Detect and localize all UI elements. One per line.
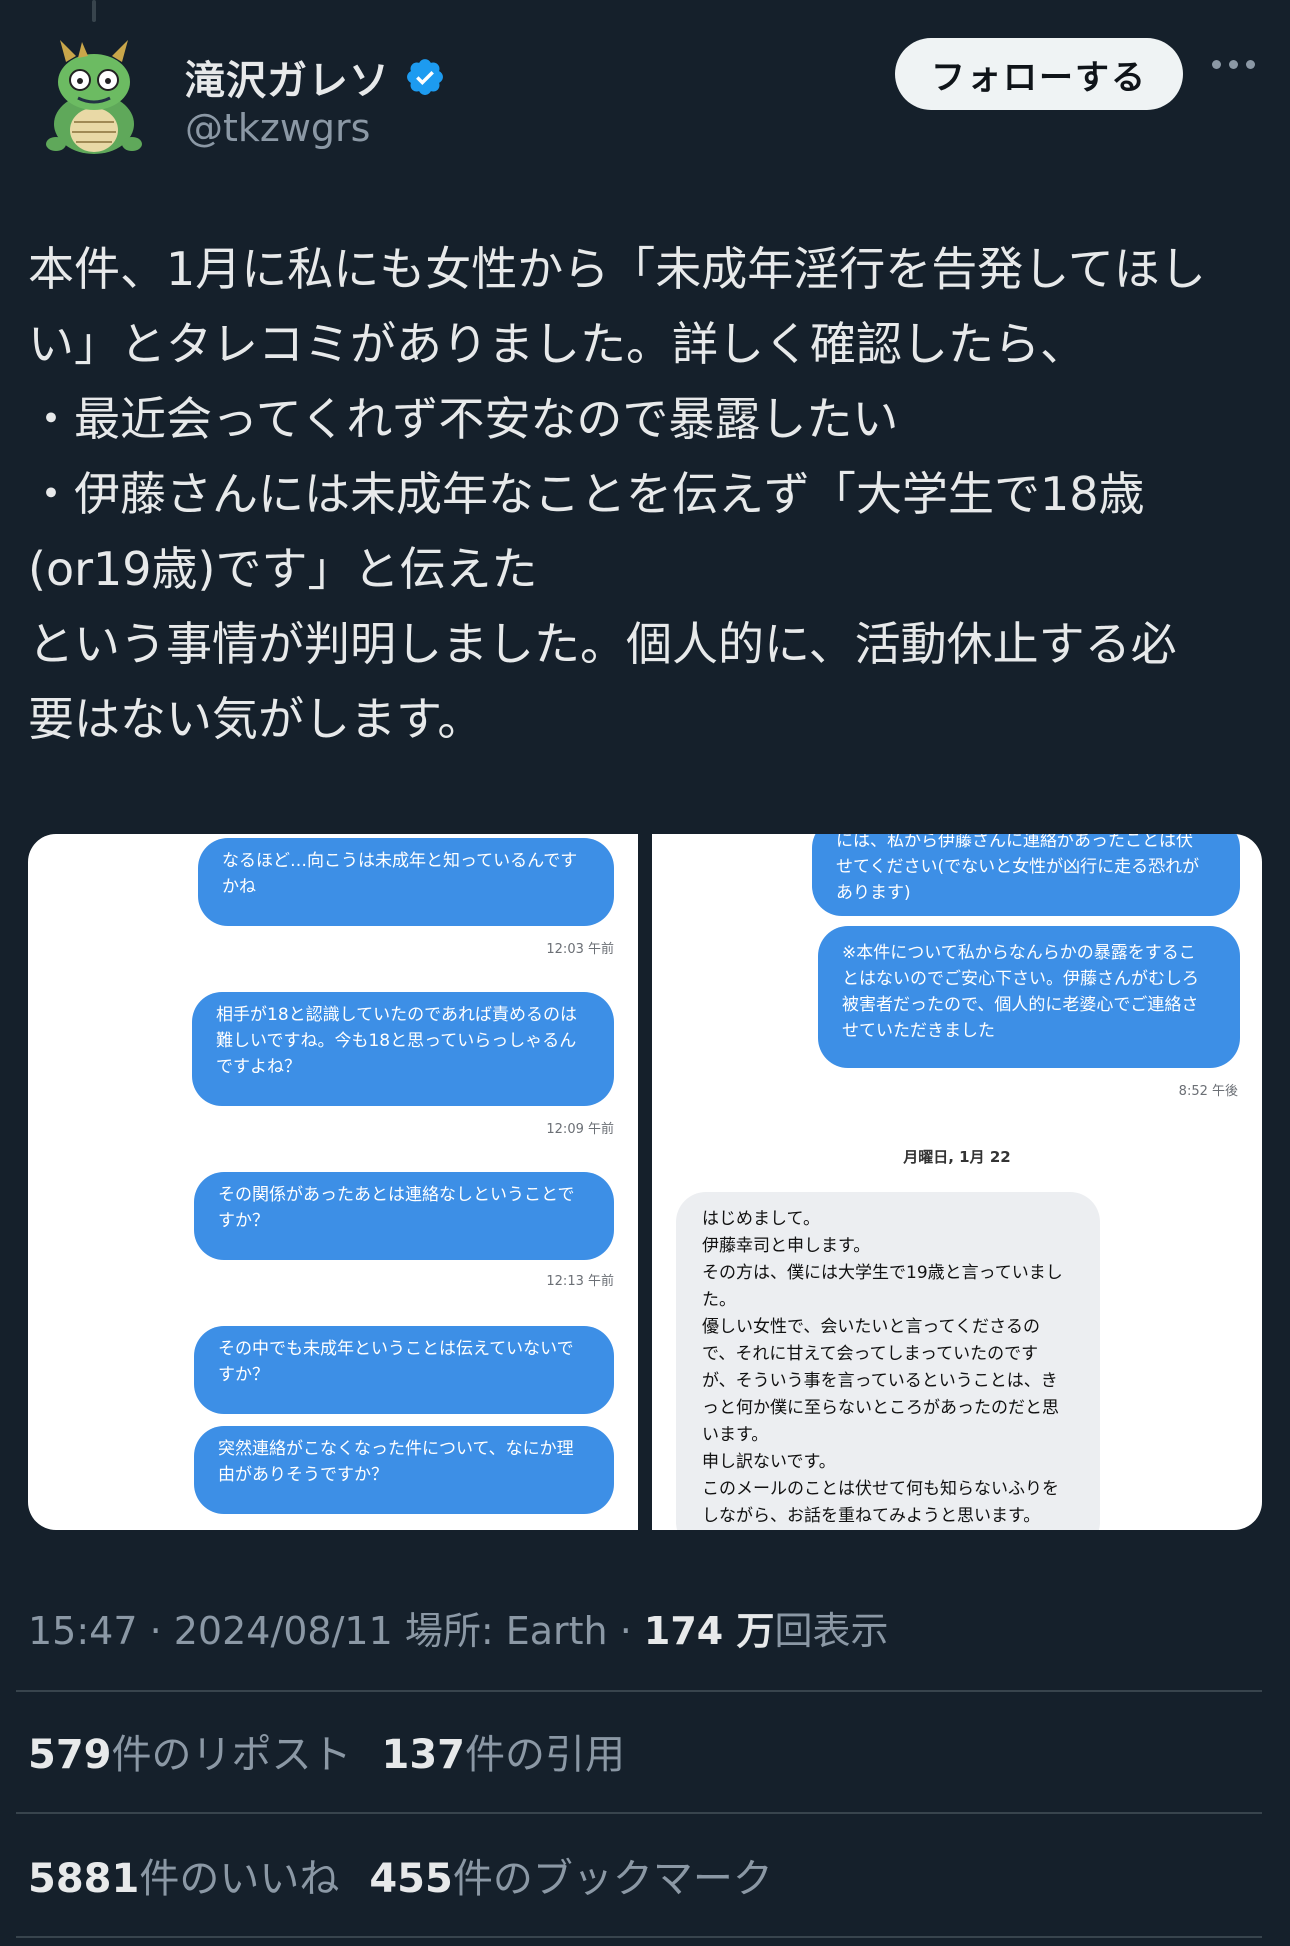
author-name-row[interactable]: 滝沢ガレソ — [185, 48, 446, 106]
follow-button[interactable]: フォローする — [895, 38, 1183, 110]
like-bookmark-stats: 5881件のいいね 455件のブックマーク — [28, 1846, 773, 1904]
chat-timestamp: 8:52 午後 — [1178, 1084, 1238, 1099]
chat-bubble: には、私から伊藤さんに連絡があったことは伏 せてください(でないと女性が凶行に走… — [812, 834, 1240, 916]
author-handle[interactable]: @tkzwgrs — [185, 106, 370, 150]
tweet-timestamp[interactable]: 15:47 · 2024/08/11 — [28, 1609, 393, 1653]
verified-badge-icon — [407, 59, 443, 95]
chat-bubble-received: はじめまして。 伊藤幸司と申します。 その方は、僕には大学生で19歳と言っていま… — [676, 1192, 1100, 1530]
media-image-left[interactable]: なるほど…向こうは未成年と知っているんです かね 12:03 午前 相手が18と… — [28, 834, 638, 1530]
divider — [16, 1936, 1262, 1938]
chat-bubble: 相手が18と認識していたのであれば責めるのは 難しいですね。今も18と思っていら… — [192, 992, 614, 1106]
tweet-location: 場所: Earth · — [392, 1609, 644, 1653]
media-image-right[interactable]: には、私から伊藤さんに連絡があったことは伏 せてください(でないと女性が凶行に走… — [652, 834, 1262, 1530]
chat-bubble: ※本件について私からなんらかの暴露をするこ とはないのでご安心下さい。伊藤さんが… — [818, 926, 1240, 1068]
chat-bubble: その関係があったあとは連絡なしということで すか？ — [194, 1172, 614, 1260]
thread-connector-line — [92, 0, 96, 22]
chat-timestamp: 12:09 午前 — [546, 1122, 614, 1137]
more-options-icon[interactable] — [1212, 60, 1260, 74]
avatar[interactable] — [38, 32, 150, 156]
divider — [16, 1690, 1262, 1692]
chat-bubble: なるほど…向こうは未成年と知っているんです かね — [198, 838, 614, 926]
tweet-text: 本件、1月に私にも女性から「未成年淫行を告発してほし い」とタレコミがありました… — [28, 242, 1206, 746]
divider — [16, 1812, 1262, 1814]
chat-timestamp: 12:13 午前 — [546, 1274, 614, 1289]
chat-bubble: 突然連絡がこなくなった件について、なにか理 由がありそうですか？ — [194, 1426, 614, 1514]
chat-date-separator: 月曜日, 1月 22 — [903, 1148, 1011, 1166]
chat-timestamp: 12:03 午前 — [546, 942, 614, 957]
view-count: 174 万 — [643, 1609, 775, 1653]
likes-link[interactable]: 5881件のいいね — [28, 1856, 339, 1902]
reposts-link[interactable]: 579件のリポスト — [28, 1732, 352, 1778]
repost-quote-stats: 579件のリポスト 137件の引用 — [28, 1722, 625, 1780]
author-name[interactable]: 滝沢ガレソ — [185, 48, 390, 106]
tweet-media[interactable]: なるほど…向こうは未成年と知っているんです かね 12:03 午前 相手が18と… — [28, 834, 1262, 1530]
view-count-label: 回表示 — [774, 1609, 889, 1653]
tweet-meta: 15:47 · 2024/08/11 場所: Earth · 174 万回表示 — [28, 1600, 888, 1655]
bookmarks-link[interactable]: 455件のブックマーク — [369, 1856, 773, 1902]
chat-bubble: その中でも未成年ということは伝えていないで すか？ — [194, 1326, 614, 1414]
quotes-link[interactable]: 137件の引用 — [382, 1732, 626, 1778]
